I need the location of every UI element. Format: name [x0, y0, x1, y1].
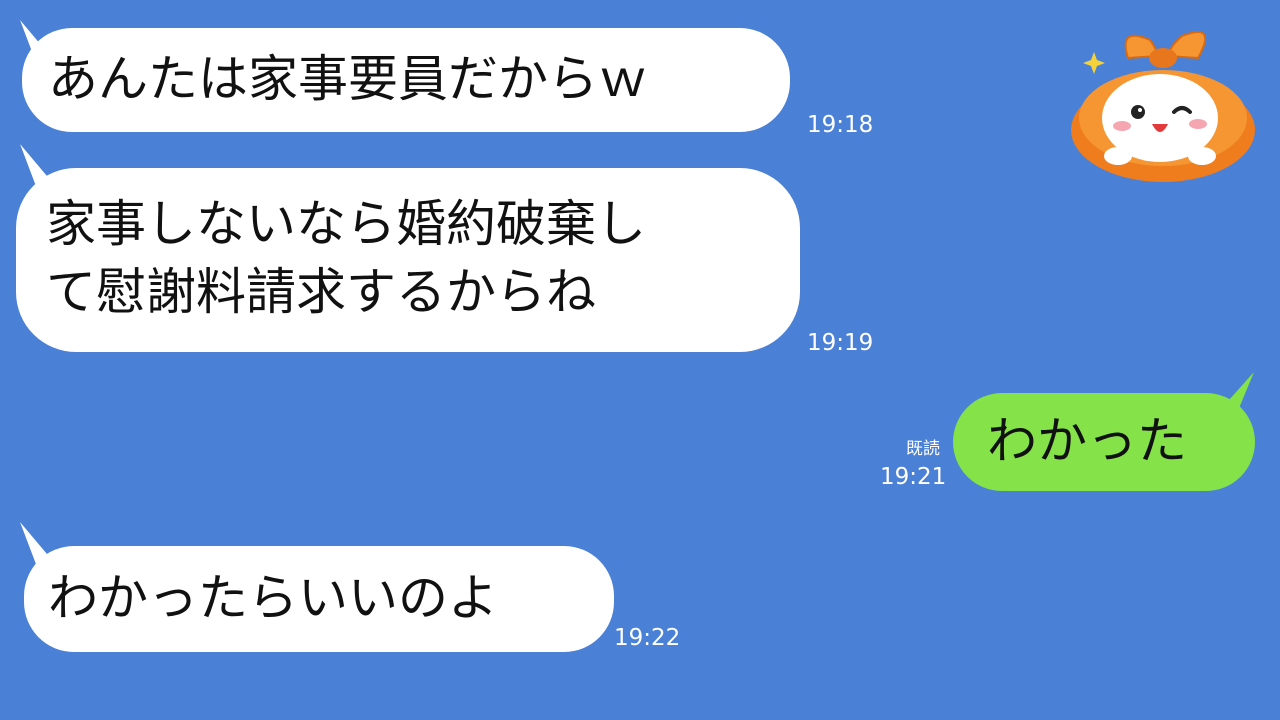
message-timestamp: 19:22: [614, 625, 681, 651]
mascot-sticker-icon: [1071, 31, 1255, 182]
incoming-message-bubble[interactable]: わかったらいいのよ: [24, 546, 614, 652]
message-text-line: て慰謝料請求するからね: [46, 263, 596, 321]
message-text: わかった: [987, 412, 1187, 470]
incoming-message-bubble[interactable]: あんたは家事要員だからｗ: [22, 28, 790, 132]
message-timestamp: 19:18: [807, 112, 874, 138]
read-receipt: 既読: [906, 439, 940, 459]
outgoing-message-bubble[interactable]: わかった: [953, 393, 1255, 491]
message-text-line: 家事しないなら婚約破棄し: [46, 195, 646, 253]
message-text: あんたは家事要員だからｗ: [48, 50, 648, 108]
incoming-message-bubble[interactable]: 家事しないなら婚約破棄し て慰謝料請求するからね: [16, 168, 800, 352]
message-text: わかったらいいのよ: [48, 569, 498, 627]
message-timestamp: 19:19: [807, 330, 874, 356]
message-timestamp: 19:21: [880, 464, 947, 490]
